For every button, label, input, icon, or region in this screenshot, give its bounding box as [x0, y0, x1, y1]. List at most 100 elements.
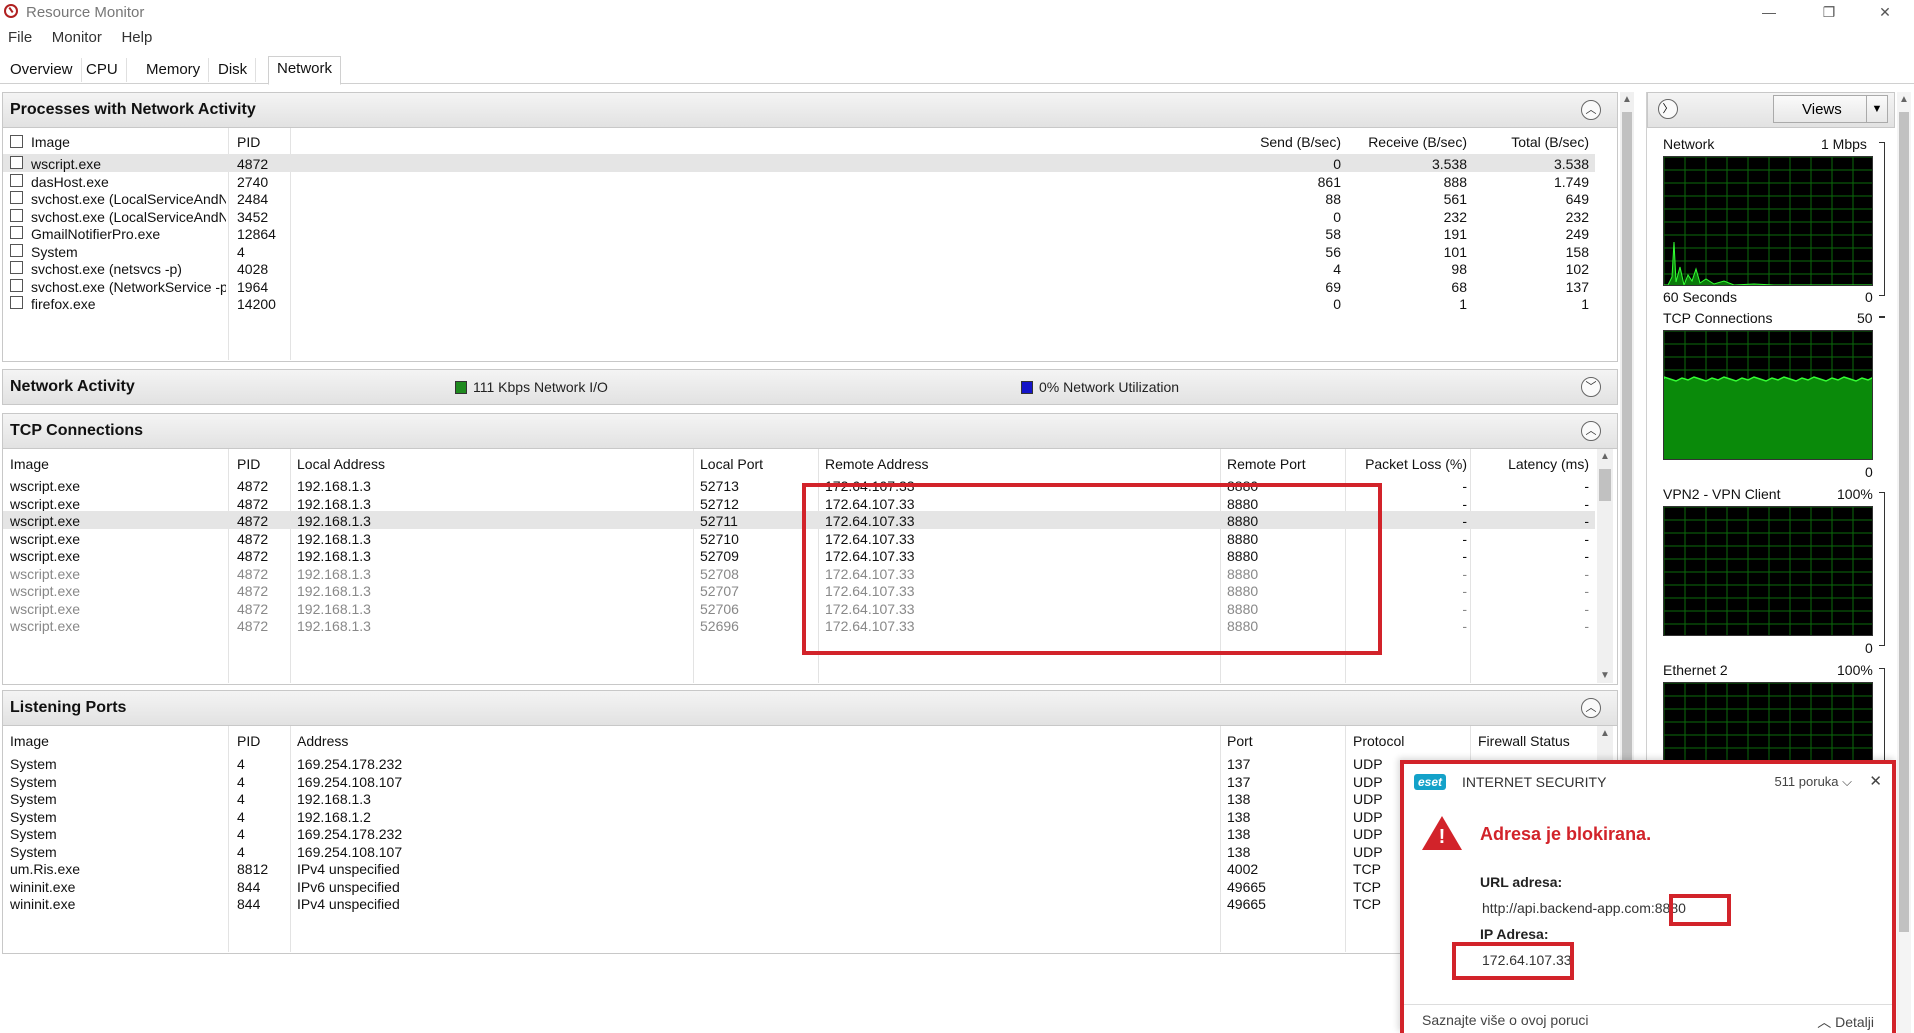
tab-memory[interactable]: Memory — [138, 58, 210, 82]
col-send[interactable]: Send (B/sec) — [1193, 134, 1341, 150]
restore-button[interactable]: ❐ — [1806, 0, 1852, 24]
process-row[interactable]: svchost.exe (LocalServiceAndN... 3452 0 232… — [3, 207, 1595, 225]
listening-row[interactable]: System 4 169.254.178.232 138 UDP — [3, 824, 1595, 842]
learn-more-link[interactable]: Saznajte više o ovoj poruci — [1422, 1012, 1589, 1028]
process-row[interactable]: wscript.exe 4872 0 3.538 3.538 — [3, 154, 1595, 172]
scroll-up-icon[interactable]: ▲ — [1597, 451, 1613, 462]
listening-row[interactable]: System 4 192.168.1.3 138 UDP — [3, 789, 1595, 807]
close-icon[interactable]: ✕ — [1869, 772, 1882, 790]
listening-row[interactable]: System 4 169.254.178.232 137 UDP — [3, 754, 1595, 772]
row-checkbox[interactable] — [10, 261, 23, 274]
tcp-image: wscript.exe — [10, 548, 81, 564]
processes-header[interactable]: Processes with Network Activity ︿ — [3, 93, 1617, 128]
col-port[interactable]: Port — [1227, 733, 1253, 749]
process-image: svchost.exe (LocalServiceAndN... — [31, 208, 226, 225]
col-image[interactable]: Image — [31, 134, 70, 150]
col-pid[interactable]: PID — [237, 134, 260, 150]
col-local-address[interactable]: Local Address — [297, 456, 385, 472]
process-row[interactable]: GmailNotifierPro.exe 12864 58 191 249 — [3, 224, 1595, 242]
listening-row[interactable]: um.Ris.exe 8812 IPv4 unspecified 4002 TCP — [3, 859, 1595, 877]
row-checkbox[interactable] — [10, 243, 23, 257]
scroll-down-icon[interactable]: ▼ — [1597, 670, 1613, 681]
scroll-up-icon[interactable]: ▲ — [1597, 728, 1613, 739]
views-button[interactable]: Views ▼ — [1773, 95, 1888, 123]
row-checkbox[interactable] — [10, 191, 23, 204]
menu-help[interactable]: Help — [113, 26, 160, 49]
row-checkbox[interactable] — [10, 278, 23, 292]
tab-overview[interactable]: Overview — [2, 58, 82, 82]
process-pid: 14200 — [237, 296, 276, 312]
expand-down-icon[interactable]: ﹀ — [1581, 377, 1601, 397]
row-checkbox[interactable] — [10, 156, 23, 169]
col-firewall-status[interactable]: Firewall Status — [1478, 733, 1570, 749]
graph-min: 0 — [1865, 464, 1873, 480]
tcp-pid: 4872 — [237, 478, 269, 494]
dropdown-arrow-icon[interactable]: ▼ — [1866, 96, 1887, 122]
scroll-up-icon[interactable]: ▲ — [1897, 94, 1911, 105]
listening-row[interactable]: System 4 169.254.108.107 137 UDP — [3, 772, 1595, 790]
row-checkbox[interactable] — [10, 173, 23, 187]
tcp-local-port: 52712 — [700, 495, 739, 512]
scroll-thumb[interactable] — [1599, 469, 1611, 501]
network-activity-header[interactable]: Network Activity 111 Kbps Network I/O 0%… — [3, 370, 1617, 404]
menu-monitor[interactable]: Monitor — [44, 26, 110, 49]
listening-row[interactable]: System 4 192.168.1.2 138 UDP — [3, 807, 1595, 825]
col-remote-port[interactable]: Remote Port — [1227, 456, 1306, 472]
process-pid: 1964 — [237, 278, 269, 295]
col-pid[interactable]: PID — [237, 733, 260, 749]
col-latency[interactable]: Latency (ms) — [1469, 456, 1589, 472]
message-count-dropdown[interactable]: 511 poruka ⌵ — [1774, 774, 1852, 790]
process-row[interactable]: svchost.exe (netsvcs -p) 4028 4 98 102 — [3, 259, 1595, 277]
row-checkbox[interactable] — [10, 208, 23, 222]
scroll-up-icon[interactable]: ▲ — [1620, 94, 1634, 105]
menu-file[interactable]: File — [0, 26, 40, 49]
tcp-latency: - — [1584, 495, 1589, 512]
collapse-up-icon[interactable]: ︿ — [1581, 100, 1601, 120]
listening-pid: 8812 — [237, 861, 269, 877]
select-all-checkbox[interactable] — [10, 135, 23, 148]
tab-network[interactable]: Network — [268, 56, 342, 85]
close-button[interactable]: ✕ — [1862, 0, 1908, 24]
col-pid[interactable]: PID — [237, 456, 260, 472]
process-row[interactable]: svchost.exe (LocalServiceAndN... 2484 88 56… — [3, 189, 1595, 207]
listening-address: 169.254.108.107 — [297, 843, 403, 860]
col-image[interactable]: Image — [10, 456, 49, 472]
row-checkbox[interactable] — [10, 226, 23, 239]
col-total[interactable]: Total (B/sec) — [1469, 134, 1589, 150]
listening-port: 49665 — [1227, 878, 1266, 895]
graphs-scrollbar[interactable]: ▲ — [1897, 92, 1911, 1033]
collapse-up-icon[interactable]: ︿ — [1581, 421, 1601, 441]
tab-disk[interactable]: Disk — [210, 58, 257, 82]
col-remote-address[interactable]: Remote Address — [825, 456, 929, 472]
chevron-right-icon[interactable]: 〉 — [1658, 99, 1678, 119]
process-image: GmailNotifierPro.exe — [31, 226, 161, 242]
row-checkbox[interactable] — [10, 296, 23, 309]
scroll-thumb[interactable] — [1899, 112, 1909, 932]
message-count: 511 poruka — [1774, 774, 1839, 789]
col-address[interactable]: Address — [297, 733, 348, 749]
listening-row[interactable]: wininit.exe 844 IPv6 unspecified 49665 TCP — [3, 877, 1595, 895]
col-image[interactable]: Image — [10, 733, 49, 749]
tcp-scrollbar[interactable]: ▲ ▼ — [1597, 449, 1613, 683]
collapse-up-icon[interactable]: ︿ — [1581, 698, 1601, 718]
process-row[interactable]: System 4 56 101 158 — [3, 242, 1595, 260]
process-total: 649 — [1565, 191, 1589, 207]
minimize-button[interactable]: — — [1746, 0, 1792, 24]
listening-header[interactable]: Listening Ports ︿ — [3, 691, 1617, 726]
process-total: 158 — [1565, 243, 1589, 260]
process-pid: 4872 — [237, 156, 269, 172]
scroll-thumb[interactable] — [1622, 112, 1632, 832]
listening-row[interactable]: wininit.exe 844 IPv4 unspecified 49665 TCP — [3, 894, 1595, 912]
col-packet-loss[interactable]: Packet Loss (%) — [1343, 456, 1467, 472]
tab-cpu[interactable]: CPU — [78, 58, 127, 82]
col-local-port[interactable]: Local Port — [700, 456, 763, 472]
process-row[interactable]: svchost.exe (NetworkService -p) 1964 69 68 1… — [3, 277, 1595, 295]
tcp-header[interactable]: TCP Connections ︿ — [3, 414, 1617, 449]
listening-image: um.Ris.exe — [10, 861, 81, 877]
process-row[interactable]: firefox.exe 14200 0 1 1 — [3, 294, 1595, 312]
details-toggle[interactable]: ︿ Detalji — [1817, 1012, 1874, 1032]
col-protocol[interactable]: Protocol — [1353, 733, 1404, 749]
col-receive[interactable]: Receive (B/sec) — [1343, 134, 1467, 150]
process-row[interactable]: dasHost.exe 2740 861 888 1.749 — [3, 172, 1595, 190]
listening-row[interactable]: System 4 169.254.108.107 138 UDP — [3, 842, 1595, 860]
